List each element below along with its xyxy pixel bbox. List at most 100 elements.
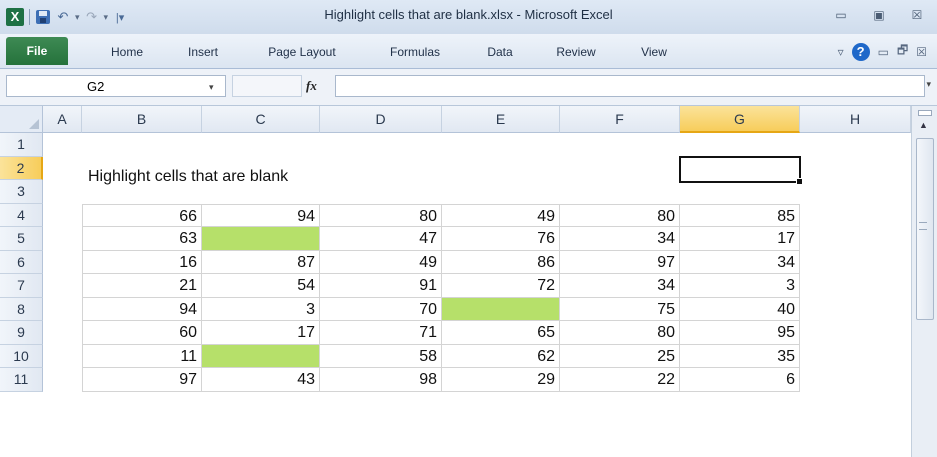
data-cell[interactable]: 98 [320,368,442,392]
data-cell[interactable]: 35 [680,344,800,368]
data-cell[interactable]: 63 [82,227,202,251]
data-cell[interactable]: 34 [560,274,680,298]
name-box-dropdown-icon[interactable]: ▾ [209,76,214,98]
column-header-a[interactable]: A [43,106,82,133]
blank-cell[interactable] [202,344,320,368]
select-all-button[interactable] [0,106,43,133]
data-cell[interactable]: 6 [680,368,800,392]
tab-review[interactable]: Review [548,42,604,62]
workbook-minimize-icon[interactable]: ▭ [878,45,889,59]
worksheet-grid[interactable]: A B C D E F G H 1 2 3 4 5 6 7 8 9 10 11 66 94 80 49 80 85 63 47 76… [0,106,911,457]
data-cell[interactable]: 29 [442,368,560,392]
row-header-10[interactable]: 10 [0,344,43,368]
blank-cell[interactable] [202,227,320,251]
active-cell-selection[interactable] [679,155,803,185]
column-header-b[interactable]: B [82,106,202,133]
data-cell[interactable]: 97 [82,368,202,392]
undo-icon[interactable]: ↶ [55,7,71,27]
data-cell[interactable]: 70 [320,297,442,321]
minimize-icon[interactable]: ▭ [833,6,849,24]
restore-icon[interactable]: ▣ [871,6,887,24]
data-cell[interactable]: 49 [320,250,442,274]
workbook-close-icon[interactable]: ☒ [916,45,927,59]
data-cell[interactable]: 34 [560,227,680,251]
tab-insert[interactable]: Insert [178,42,228,62]
row-header-11[interactable]: 11 [0,368,43,392]
row-header-1[interactable]: 1 [0,133,43,157]
data-cell[interactable]: 47 [320,227,442,251]
tab-page-layout[interactable]: Page Layout [254,42,350,62]
name-box[interactable]: G2 ▾ [6,75,226,97]
help-icon[interactable]: ? [851,42,870,61]
vertical-scrollbar[interactable]: ▲ [911,106,937,457]
data-cell[interactable]: 17 [680,227,800,251]
tab-formulas[interactable]: Formulas [380,42,450,62]
data-cell[interactable]: 65 [442,321,560,345]
column-header-e[interactable]: E [442,106,560,133]
data-cell[interactable]: 76 [442,227,560,251]
data-cell[interactable]: 40 [680,297,800,321]
scroll-up-icon[interactable]: ▲ [919,120,928,130]
row-header-8[interactable]: 8 [0,297,43,321]
row-header-5[interactable]: 5 [0,227,43,251]
undo-dropdown-icon[interactable]: ▾ [75,12,80,23]
row-header-7[interactable]: 7 [0,274,43,298]
column-header-h[interactable]: H [800,106,911,133]
excel-icon[interactable]: X [6,8,24,26]
tab-home[interactable]: Home [100,42,154,62]
data-cell[interactable]: 86 [442,250,560,274]
data-cell[interactable]: 94 [202,203,320,227]
column-header-f[interactable]: F [560,106,680,133]
workbook-restore-icon[interactable]: 🗗 [897,41,908,62]
data-cell[interactable]: 49 [442,203,560,227]
data-cell[interactable]: 22 [560,368,680,392]
blank-cell[interactable] [442,297,560,321]
row-header-4[interactable]: 4 [0,203,43,227]
data-cell[interactable]: 71 [320,321,442,345]
data-cell[interactable]: 3 [202,297,320,321]
data-cell[interactable]: 34 [680,250,800,274]
column-header-c[interactable]: C [202,106,320,133]
data-cell[interactable]: 80 [560,321,680,345]
row-header-2[interactable]: 2 [0,156,43,180]
insert-function-icon[interactable]: fx [306,75,317,97]
formula-input[interactable] [335,75,925,97]
data-cell[interactable]: 58 [320,344,442,368]
split-box-icon[interactable] [918,110,932,116]
tab-view[interactable]: View [632,42,676,62]
data-cell[interactable]: 94 [82,297,202,321]
sheet-title-cell[interactable]: Highlight cells that are blank [88,168,288,186]
data-cell[interactable]: 91 [320,274,442,298]
data-cell[interactable]: 25 [560,344,680,368]
data-cell[interactable]: 3 [680,274,800,298]
redo-dropdown-icon[interactable]: ▾ [104,12,109,23]
data-cell[interactable]: 87 [202,250,320,274]
data-cell[interactable]: 80 [320,203,442,227]
data-cell[interactable]: 62 [442,344,560,368]
data-cell[interactable]: 95 [680,321,800,345]
column-header-g[interactable]: G [680,106,800,133]
formula-bar-splitter[interactable] [232,75,302,97]
data-cell[interactable]: 21 [82,274,202,298]
data-cell[interactable]: 11 [82,344,202,368]
tab-file[interactable]: File [6,37,68,65]
customize-qat-icon[interactable]: |▾ [112,7,128,27]
data-cell[interactable]: 72 [442,274,560,298]
save-icon[interactable] [35,7,51,27]
data-cell[interactable]: 60 [82,321,202,345]
column-header-d[interactable]: D [320,106,442,133]
row-header-3[interactable]: 3 [0,180,43,204]
data-cell[interactable]: 85 [680,203,800,227]
expand-formula-bar-icon[interactable]: ▾ [926,79,931,90]
redo-icon[interactable]: ↷ [84,7,100,27]
data-cell[interactable]: 17 [202,321,320,345]
row-header-6[interactable]: 6 [0,250,43,274]
data-cell[interactable]: 54 [202,274,320,298]
tab-data[interactable]: Data [480,42,520,62]
data-cell[interactable]: 43 [202,368,320,392]
data-cell[interactable]: 97 [560,250,680,274]
data-cell[interactable]: 75 [560,297,680,321]
data-cell[interactable]: 66 [82,203,202,227]
minimize-ribbon-icon[interactable]: ▿ [838,45,844,59]
data-cell[interactable]: 80 [560,203,680,227]
